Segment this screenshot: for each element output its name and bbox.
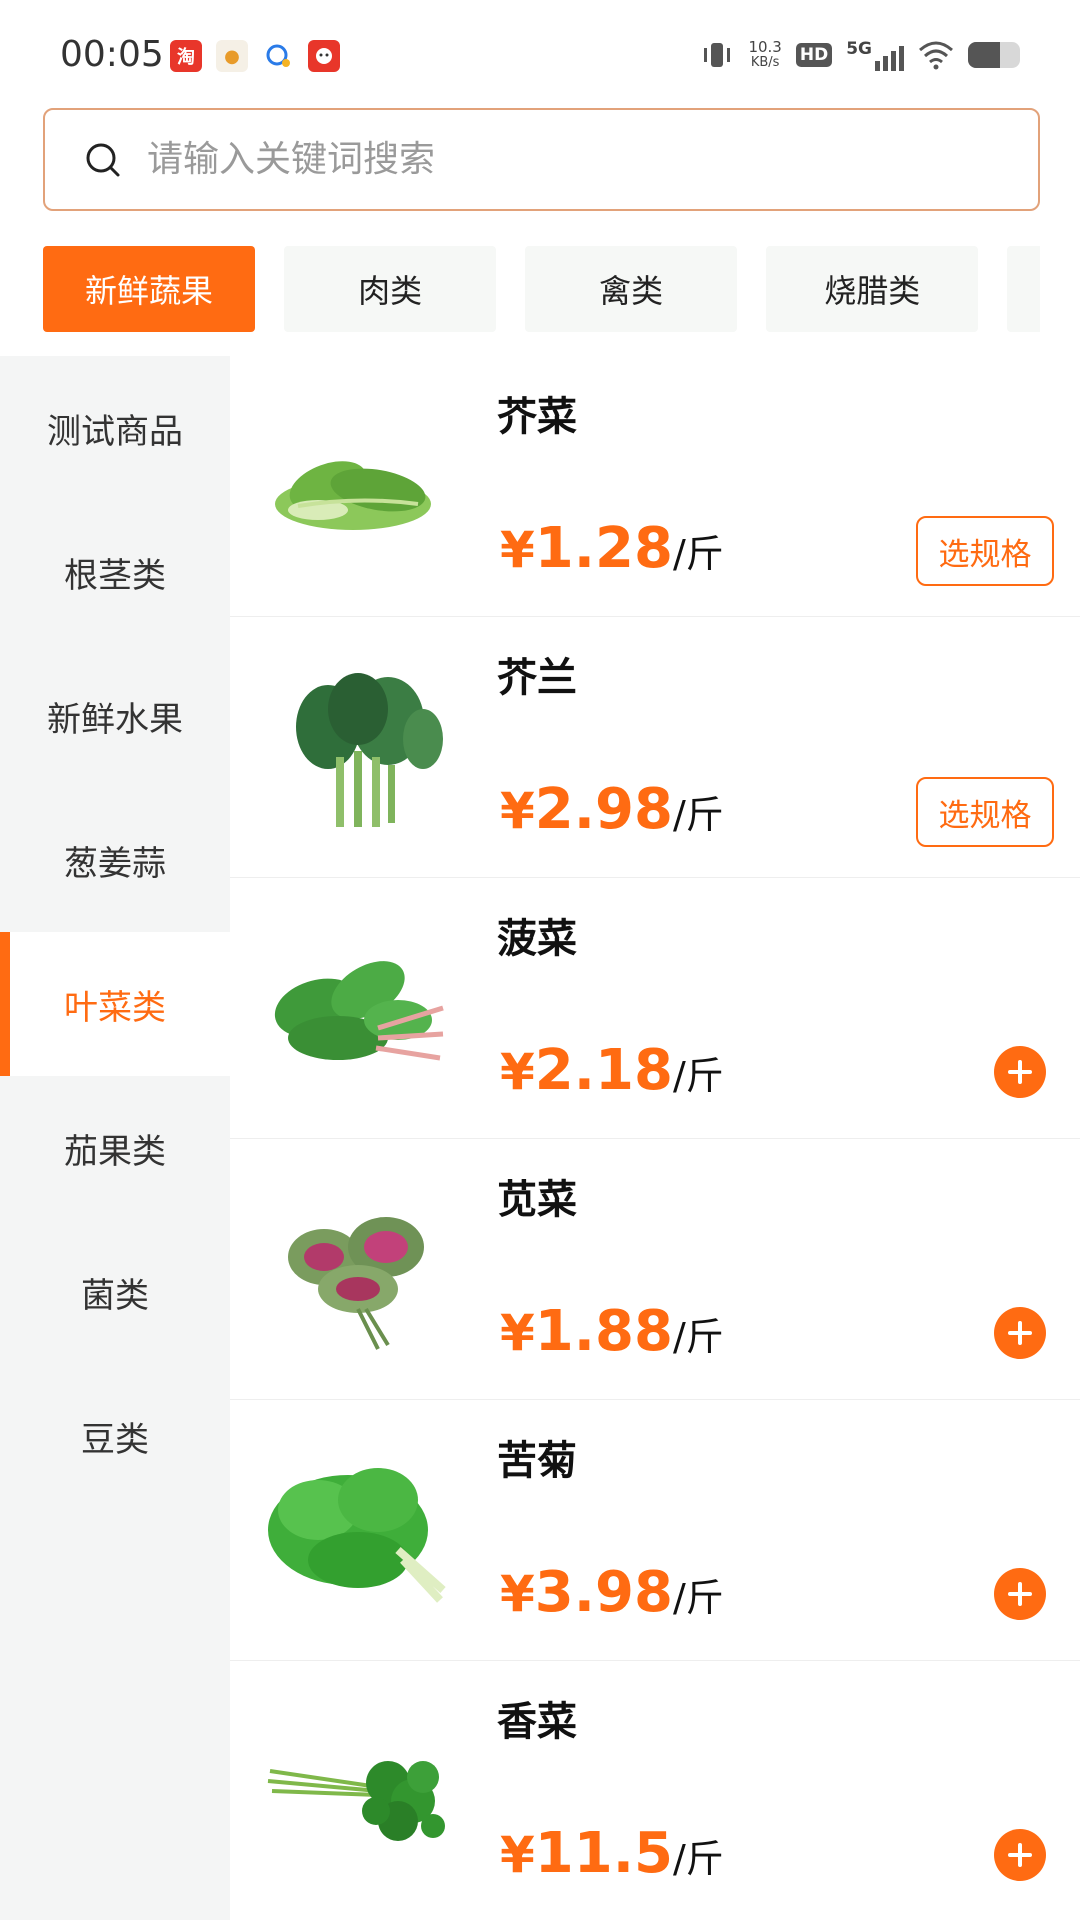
status-time: 00:05 <box>60 34 164 75</box>
select-spec-button[interactable]: 选规格 <box>916 516 1054 586</box>
sidebar-item-mushroom[interactable]: 菌类 <box>0 1220 230 1364</box>
sidebar-item-test[interactable]: 测试商品 <box>0 356 230 500</box>
endive-image <box>268 1468 446 1603</box>
product-item[interactable]: 香菜 ¥11.5/斤 <box>230 1661 1080 1920</box>
product-name: 菠菜 <box>497 916 577 962</box>
product-name: 芥菜 <box>497 394 577 440</box>
status-bar: 00:05 淘 ● 10.3 KB/s HD 5G <box>0 0 1080 110</box>
product-price: ¥2.18/斤 <box>500 1038 724 1103</box>
sidebar-item-fruit[interactable]: 新鲜水果 <box>0 644 230 788</box>
product-price: ¥3.98/斤 <box>500 1560 724 1625</box>
spinach-image <box>274 961 444 1061</box>
product-name: 芥兰 <box>497 655 577 701</box>
sidebar-item-root[interactable]: 根茎类 <box>0 500 230 644</box>
add-to-cart-button[interactable] <box>994 1568 1046 1620</box>
category-sidebar: 测试商品 根茎类 新鲜水果 葱姜蒜 叶菜类 茄果类 菌类 豆类 <box>0 356 230 1920</box>
status-indicators: 10.3 KB/s HD 5G <box>700 38 1020 72</box>
select-spec-button[interactable]: 选规格 <box>916 777 1054 847</box>
wifi-icon <box>919 41 953 70</box>
sidebar-item-onion-ginger-garlic[interactable]: 葱姜蒜 <box>0 788 230 932</box>
product-price: ¥1.28/斤 <box>500 516 724 581</box>
product-name: 苋菜 <box>497 1177 577 1223</box>
product-name: 香菜 <box>497 1699 577 1745</box>
app-icon-red <box>308 40 340 72</box>
add-to-cart-button[interactable] <box>994 1307 1046 1359</box>
product-price: ¥2.98/斤 <box>500 777 724 842</box>
plus-icon <box>1008 1060 1032 1084</box>
sidebar-item-leafy[interactable]: 叶菜类 <box>0 932 230 1076</box>
add-to-cart-button[interactable] <box>994 1829 1046 1881</box>
product-item[interactable]: 菠菜 ¥2.18/斤 <box>230 878 1080 1139</box>
network-label: 5G <box>846 39 872 59</box>
vibrate-icon <box>704 43 731 67</box>
product-name: 苦菊 <box>497 1438 577 1484</box>
gai-lan-image <box>296 673 443 827</box>
product-price: ¥11.5/斤 <box>500 1821 724 1886</box>
sidebar-item-solanaceous[interactable]: 茄果类 <box>0 1076 230 1220</box>
tab-fresh-produce[interactable]: 新鲜蔬果 <box>43 246 255 332</box>
plus-icon <box>1008 1582 1032 1606</box>
hd-badge: HD <box>795 43 833 67</box>
status-app-icons: 淘 ● <box>170 40 340 72</box>
plus-icon <box>1008 1321 1032 1345</box>
add-to-cart-button[interactable] <box>994 1046 1046 1098</box>
product-item[interactable]: 苋菜 ¥1.88/斤 <box>230 1139 1080 1400</box>
amaranth-image <box>288 1217 424 1350</box>
product-list: 芥菜 ¥1.28/斤 选规格 芥兰 ¥2.98/斤 选规格 菠菜 ¥2.18/斤 <box>230 356 1080 1920</box>
chat-icon <box>262 40 294 72</box>
tab-more[interactable]: 九 <box>1007 246 1040 332</box>
product-item[interactable]: 芥菜 ¥1.28/斤 选规格 <box>230 356 1080 617</box>
search-bar[interactable] <box>43 108 1040 211</box>
plus-icon <box>1008 1843 1032 1867</box>
tab-roast[interactable]: 烧腊类 <box>766 246 979 332</box>
search-input[interactable] <box>147 139 947 180</box>
product-item[interactable]: 苦菊 ¥3.98/斤 <box>230 1400 1080 1661</box>
app-icon: ● <box>216 40 248 72</box>
tab-meat[interactable]: 肉类 <box>284 246 497 332</box>
signal-icon: 5G <box>846 39 904 71</box>
tab-poultry[interactable]: 禽类 <box>525 246 738 332</box>
product-item[interactable]: 芥兰 ¥2.98/斤 选规格 <box>230 617 1080 878</box>
coriander-image <box>267 1761 445 1841</box>
mustard-green-image <box>275 461 431 530</box>
search-icon <box>86 143 120 176</box>
top-category-tabs: 新鲜蔬果 肉类 禽类 烧腊类 九 <box>43 246 1040 332</box>
battery-icon <box>968 42 1020 68</box>
taobao-icon: 淘 <box>170 40 202 72</box>
net-speed: 10.3 KB/s <box>748 38 782 70</box>
product-price: ¥1.88/斤 <box>500 1299 724 1364</box>
sidebar-item-beans[interactable]: 豆类 <box>0 1364 230 1508</box>
